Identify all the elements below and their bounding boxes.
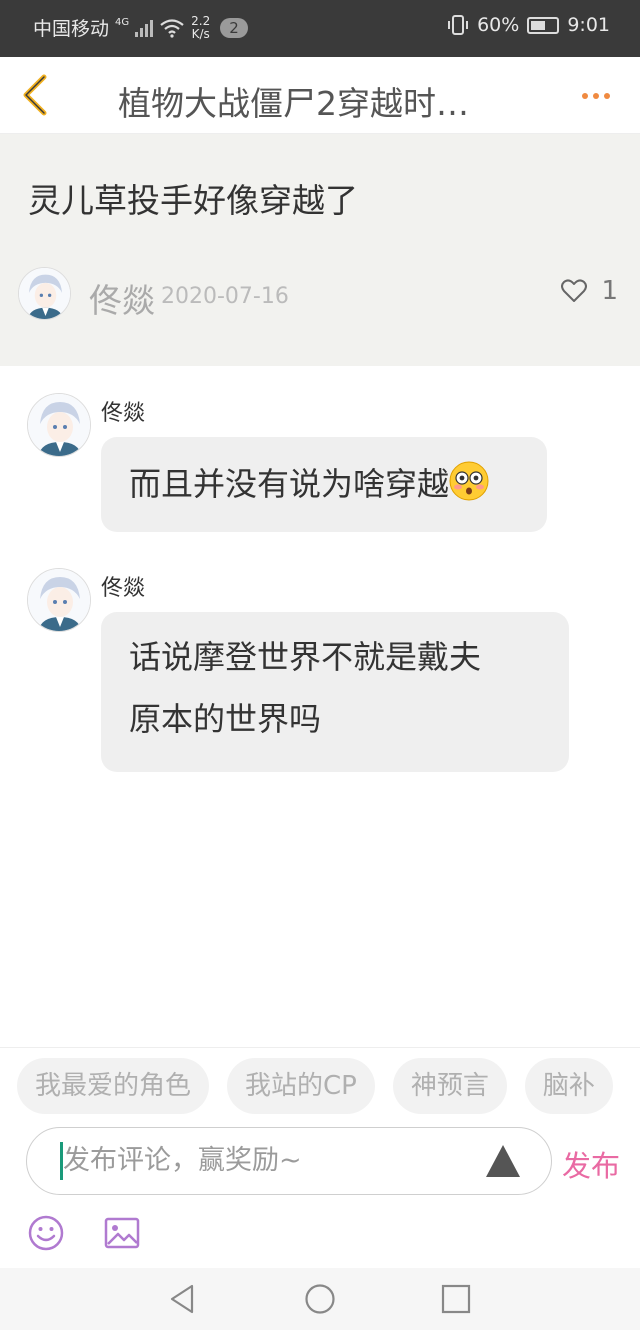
comment-text-line: 原本的世界吗: [129, 700, 322, 738]
status-left: 中国移动 4G 2.2 K/s 2: [33, 14, 248, 41]
post-card: 灵儿草投手好像穿越了 佟燚 2020-07-16 1: [0, 134, 640, 366]
comment-text: 而且并没有说为啥穿越: [129, 465, 450, 503]
topic-tag[interactable]: 脑补: [524, 1058, 613, 1114]
back-arrow-icon[interactable]: [14, 73, 58, 117]
emoji-icon[interactable]: [28, 1215, 64, 1251]
heart-icon: [561, 279, 588, 302]
signal-icon: [135, 19, 154, 37]
avatar[interactable]: [27, 568, 91, 632]
triangle-up-icon[interactable]: [485, 1144, 521, 1178]
avatar[interactable]: [27, 393, 91, 457]
topic-tag[interactable]: 我最爱的角色: [17, 1058, 210, 1114]
nav-back-icon[interactable]: [166, 1283, 198, 1315]
topic-tags-bar: 我最爱的角色 我站的CP 神预言 脑补: [0, 1047, 640, 1119]
vibrate-icon: [448, 15, 469, 35]
notification-badge: 2: [220, 17, 248, 38]
nav-recents-icon[interactable]: [440, 1283, 472, 1315]
publish-button[interactable]: 发布: [562, 1143, 620, 1185]
user-avatar-icon: [28, 569, 90, 631]
comment-input[interactable]: [63, 1140, 473, 1180]
comment-input-box[interactable]: [26, 1127, 552, 1195]
battery-percent: 60%: [477, 14, 520, 36]
speed-unit: K/s: [191, 26, 210, 41]
network-type: 4G: [115, 17, 130, 28]
comment-author[interactable]: 佟燚: [101, 570, 145, 602]
topic-tag[interactable]: 神预言: [392, 1058, 507, 1114]
wifi-icon: [160, 18, 184, 38]
page-title: 植物大战僵尸2穿越时…: [118, 84, 469, 123]
status-right: 60% 9:01: [447, 14, 610, 36]
battery-icon: [527, 16, 560, 34]
comment-author[interactable]: 佟燚: [101, 395, 145, 427]
comment-bubble[interactable]: 话说摩登世界不就是戴夫 原本的世界吗: [101, 612, 569, 772]
nav-home-icon[interactable]: [304, 1283, 336, 1315]
carrier-label: 中国移动: [33, 18, 110, 40]
top-bar: 植物大战僵尸2穿越时…: [0, 57, 640, 134]
status-bar: 中国移动 4G 2.2 K/s 2 60% 9:01: [0, 0, 640, 57]
image-icon[interactable]: [104, 1216, 140, 1250]
system-nav-bar: [0, 1268, 640, 1330]
flushed-face-icon: [449, 461, 489, 501]
comment-text-line: 话说摩登世界不就是戴夫: [129, 638, 482, 676]
post-author[interactable]: 佟燚: [89, 274, 155, 322]
clock: 9:01: [567, 14, 610, 36]
network-speed: 2.2 K/s: [191, 13, 211, 41]
post-title: 灵儿草投手好像穿越了: [28, 181, 358, 220]
user-avatar-icon: [28, 394, 90, 456]
post-date: 2020-07-16: [161, 284, 289, 309]
more-options-icon[interactable]: [582, 81, 618, 111]
avatar[interactable]: [18, 267, 71, 320]
speed-value: 2.2: [191, 13, 211, 28]
like-button[interactable]: 1: [561, 276, 618, 306]
like-count: 1: [601, 276, 618, 306]
user-avatar-icon: [19, 268, 70, 319]
topic-tag[interactable]: 我站的CP: [227, 1058, 375, 1114]
comment-bubble[interactable]: 而且并没有说为啥穿越: [101, 437, 547, 532]
